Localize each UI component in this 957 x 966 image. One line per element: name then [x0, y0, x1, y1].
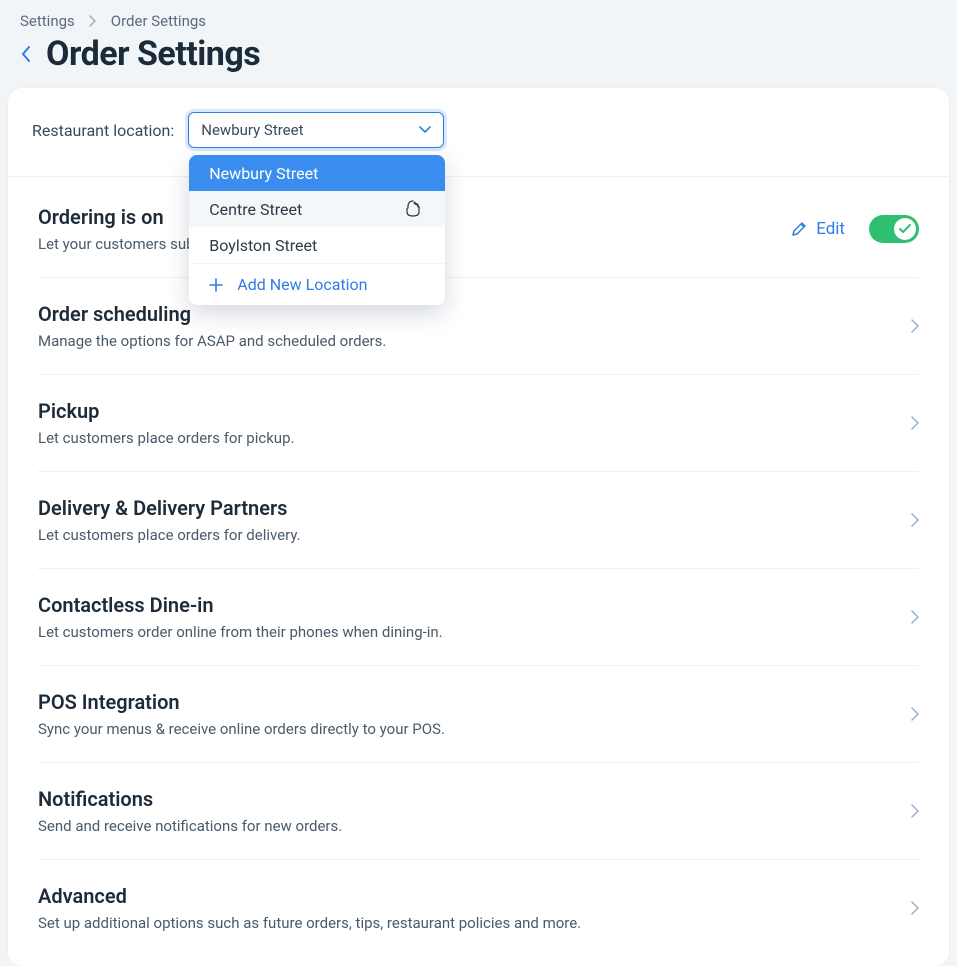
section-title: Order scheduling	[38, 302, 911, 326]
chevron-right-icon	[89, 15, 97, 27]
section-title: Notifications	[38, 787, 911, 811]
plus-icon	[209, 278, 223, 292]
section-title: Pickup	[38, 399, 911, 423]
location-label: Restaurant location:	[32, 121, 174, 140]
location-option[interactable]: Centre Street	[189, 191, 445, 227]
location-select[interactable]: Newbury Street Newbury Street Centre Str…	[188, 112, 444, 148]
location-option-label: Centre Street	[209, 200, 302, 219]
section-title: POS Integration	[38, 690, 911, 714]
edit-label: Edit	[816, 219, 845, 239]
chevron-right-icon	[911, 319, 919, 333]
page-header: Order Settings	[0, 30, 957, 88]
breadcrumb-root[interactable]: Settings	[20, 12, 75, 30]
add-location-label: Add New Location	[237, 275, 367, 294]
pencil-icon	[790, 220, 808, 238]
section-subtitle: Manage the options for ASAP and schedule…	[38, 332, 911, 350]
chevron-right-icon	[911, 416, 919, 430]
location-option[interactable]: Boylston Street	[189, 227, 445, 263]
section-subtitle: Let customers order online from their ph…	[38, 623, 911, 641]
section-row[interactable]: Order scheduling Manage the options for …	[38, 278, 919, 375]
section-subtitle: Set up additional options such as future…	[38, 914, 911, 932]
chevron-right-icon	[911, 707, 919, 721]
location-select-value: Newbury Street	[201, 121, 303, 139]
page-title: Order Settings	[46, 34, 260, 74]
section-subtitle: Send and receive notifications for new o…	[38, 817, 911, 835]
section-subtitle: Let customers place orders for delivery.	[38, 526, 911, 544]
back-icon[interactable]	[20, 45, 32, 63]
section-subtitle: Let customers place orders for pickup.	[38, 429, 911, 447]
chevron-right-icon	[911, 804, 919, 818]
section-list: Ordering is on Let your customers subm E…	[8, 177, 949, 956]
chevron-right-icon	[911, 901, 919, 915]
section-title: Delivery & Delivery Partners	[38, 496, 911, 520]
section-title: Contactless Dine-in	[38, 593, 911, 617]
breadcrumb-current: Order Settings	[111, 12, 206, 30]
ordering-row: Ordering is on Let your customers subm E…	[38, 177, 919, 278]
location-row: Restaurant location: Newbury Street Newb…	[8, 88, 949, 177]
breadcrumb: Settings Order Settings	[0, 0, 957, 30]
section-row[interactable]: Notifications Send and receive notificat…	[38, 763, 919, 860]
add-location-button[interactable]: Add New Location	[189, 263, 445, 305]
toggle-knob	[894, 218, 916, 240]
cursor-icon	[405, 199, 421, 217]
section-row[interactable]: Contactless Dine-in Let customers order …	[38, 569, 919, 666]
settings-card: Restaurant location: Newbury Street Newb…	[8, 88, 949, 966]
section-row[interactable]: Pickup Let customers place orders for pi…	[38, 375, 919, 472]
check-icon	[899, 224, 911, 234]
section-row[interactable]: Delivery & Delivery Partners Let custome…	[38, 472, 919, 569]
chevron-right-icon	[911, 610, 919, 624]
section-row[interactable]: Advanced Set up additional options such …	[38, 860, 919, 956]
location-dropdown: Newbury Street Centre Street Boylston St…	[189, 155, 445, 305]
section-row[interactable]: POS Integration Sync your menus & receiv…	[38, 666, 919, 763]
chevron-down-icon	[419, 126, 431, 134]
section-subtitle: Sync your menus & receive online orders …	[38, 720, 911, 738]
location-option[interactable]: Newbury Street	[189, 155, 445, 191]
edit-button[interactable]: Edit	[790, 219, 845, 239]
ordering-toggle[interactable]	[869, 215, 919, 243]
chevron-right-icon	[911, 513, 919, 527]
